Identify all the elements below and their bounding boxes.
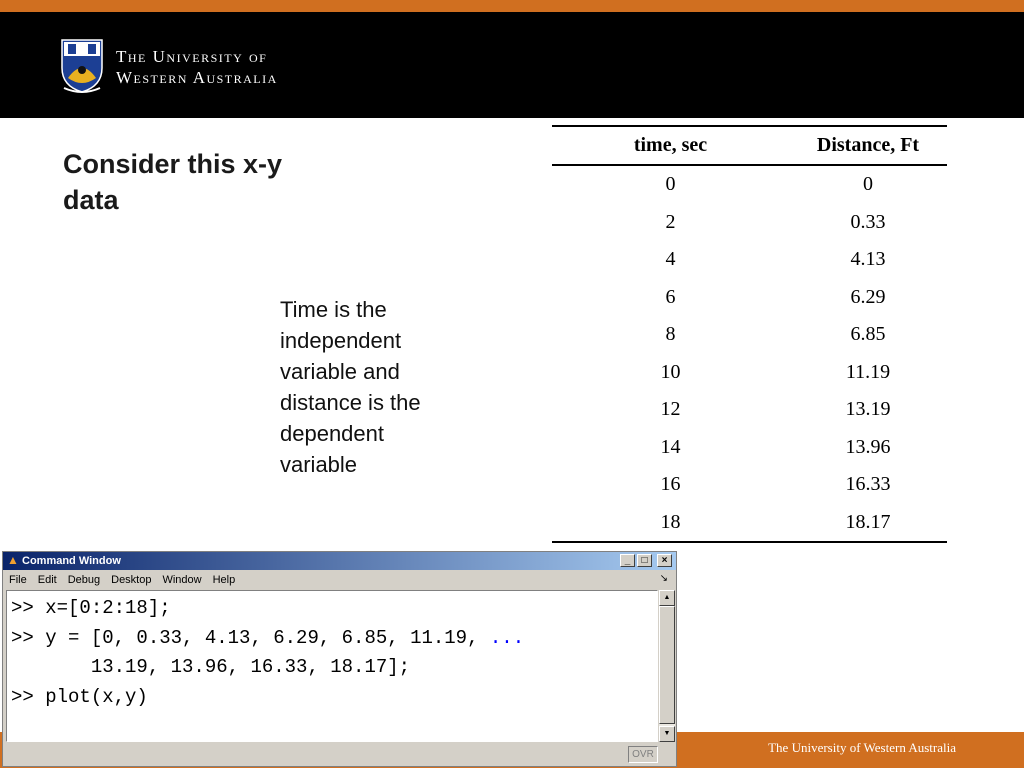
xy-data-table: time, sec Distance, Ft 00 2 0.33 4 4.13 66… [552, 125, 947, 543]
table-row: 00 [552, 165, 947, 204]
explanation-note: Time is the independent variable and dis… [280, 297, 421, 477]
command-line-3: 13.19, 13.96, 16.33, 18.17]; [11, 656, 411, 678]
cell-time: 0 [665, 173, 676, 196]
close-button[interactable]: × [657, 554, 672, 567]
cell-time: 8 [665, 323, 676, 346]
cell-time: 4 [665, 248, 676, 271]
command-line-4: >> plot(x,y) [11, 685, 148, 708]
command-line-2-text: >> y = [0, 0.33, 4.13, 6.29, 6.85, 11.19… [11, 626, 490, 649]
cell-distance: 16.33 [845, 473, 891, 496]
cell-distance: 18.17 [789, 503, 947, 543]
menu-file[interactable]: File [3, 571, 32, 589]
cell-distance: 11.19 [845, 360, 891, 383]
menu-window[interactable]: Window [156, 571, 206, 589]
cell-time: 12 [660, 398, 681, 421]
table-row: 14 13.96 [552, 429, 947, 467]
status-bar: OVR [3, 744, 676, 766]
table-row: 12 13.19 [552, 391, 947, 429]
table-row: 2 0.33 [552, 204, 947, 242]
command-line-2: >> y = [0, 0.33, 4.13, 6.29, 6.85, 11.19… [11, 624, 657, 654]
menu-edit[interactable]: Edit [32, 571, 62, 589]
scroll-down-icon[interactable]: ▼ [659, 726, 675, 742]
undock-arrow-icon[interactable]: ↘ [660, 573, 668, 584]
ovr-indicator: OVR [628, 746, 658, 763]
menu-help[interactable]: Help [207, 571, 241, 589]
command-window: ▲ Command Window _ □ × File Edit Debug D… [2, 551, 677, 767]
scroll-thumb[interactable] [659, 606, 675, 724]
table-row: 8 6.85 [552, 316, 947, 354]
command-line-1: >> x=[0:2:18]; [11, 597, 171, 619]
column-header-distance: Distance, Ft [789, 125, 947, 166]
cell-distance: 0.33 [850, 210, 886, 233]
header-banner: The University of Western Australia [0, 12, 1024, 118]
table-row: 6 6.29 [552, 279, 947, 317]
maximize-button[interactable]: □ [637, 554, 652, 567]
window-controls: _ □ × [620, 554, 672, 567]
university-name-line1: The University of [116, 47, 268, 66]
cell-time: 16 [660, 473, 681, 496]
university-name-line2: Western Australia [116, 68, 278, 87]
cell-time: 6 [665, 285, 676, 308]
command-window-title: Command Window [22, 555, 121, 567]
command-window-titlebar[interactable]: ▲ Command Window _ □ × [3, 552, 676, 570]
cell-distance: 0 [863, 173, 873, 196]
slide-title: Consider this x-y data [63, 149, 283, 215]
table-row: 10 11.19 [552, 354, 947, 392]
menu-debug[interactable]: Debug [62, 571, 105, 589]
column-header-time: time, sec [552, 125, 789, 166]
cell-distance: 6.29 [850, 285, 886, 308]
vertical-scrollbar[interactable]: ▲ ▼ [659, 590, 675, 742]
menu-desktop[interactable]: Desktop [105, 571, 156, 589]
command-output[interactable]: >> x=[0:2:18]; >> y = [0, 0.33, 4.13, 6.2… [6, 590, 658, 742]
university-crest-icon [61, 39, 103, 93]
cell-distance: 4.13 [850, 248, 886, 271]
cell-distance: 6.85 [850, 323, 886, 346]
scroll-up-icon[interactable]: ▲ [659, 590, 675, 606]
cell-distance: 13.96 [845, 435, 891, 458]
table-row: 18 18.17 [552, 503, 947, 543]
cell-time: 10 [660, 360, 681, 383]
table-row: 16 16.33 [552, 466, 947, 504]
cell-distance: 13.19 [845, 398, 891, 421]
cell-time: 18 [552, 503, 789, 543]
cell-time: 2 [665, 210, 676, 233]
table-header-row: time, sec Distance, Ft [552, 125, 947, 166]
matlab-icon: ▲ [7, 553, 19, 567]
continuation-marker: ... [489, 626, 525, 649]
menu-bar: File Edit Debug Desktop Window Help [3, 571, 676, 589]
minimize-button[interactable]: _ [620, 554, 635, 567]
cell-time: 14 [660, 435, 681, 458]
top-accent-stripe [0, 0, 1024, 12]
footer-text: The University of Western Australia [768, 740, 956, 755]
university-name: The University of Western Australia [116, 46, 278, 88]
table-row: 4 4.13 [552, 241, 947, 279]
